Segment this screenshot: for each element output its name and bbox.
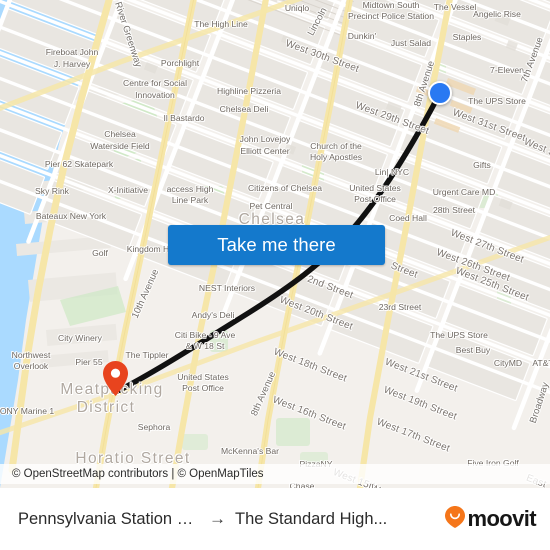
map-attribution[interactable]: © OpenStreetMap contributors | © OpenMap… [0, 464, 550, 484]
destination-label: The Standard High... [235, 509, 388, 528]
moovit-pin-icon [445, 505, 466, 533]
origin-marker-blue-dot[interactable] [428, 81, 452, 105]
trip-footer-bar: Pennsylvania Station New Yo... → The Sta… [0, 488, 550, 550]
arrow-right-icon: → [209, 509, 226, 528]
moovit-logo[interactable]: moovit [445, 505, 537, 533]
destination-marker-red-pin[interactable] [103, 361, 128, 396]
moovit-wordmark: moovit [467, 506, 536, 531]
map-canvas[interactable]: Uniqlo The Vessel Midtown South Precinct Po… [0, 0, 550, 488]
trip-summary: Pennsylvania Station New Yo... → The Sta… [18, 509, 445, 529]
moovit-trip-map-screen: Uniqlo The Vessel Midtown South Precinct Po… [0, 0, 550, 550]
take-me-there-button[interactable]: Take me there [168, 225, 385, 265]
origin-label: Pennsylvania Station New Yo... [18, 509, 200, 528]
